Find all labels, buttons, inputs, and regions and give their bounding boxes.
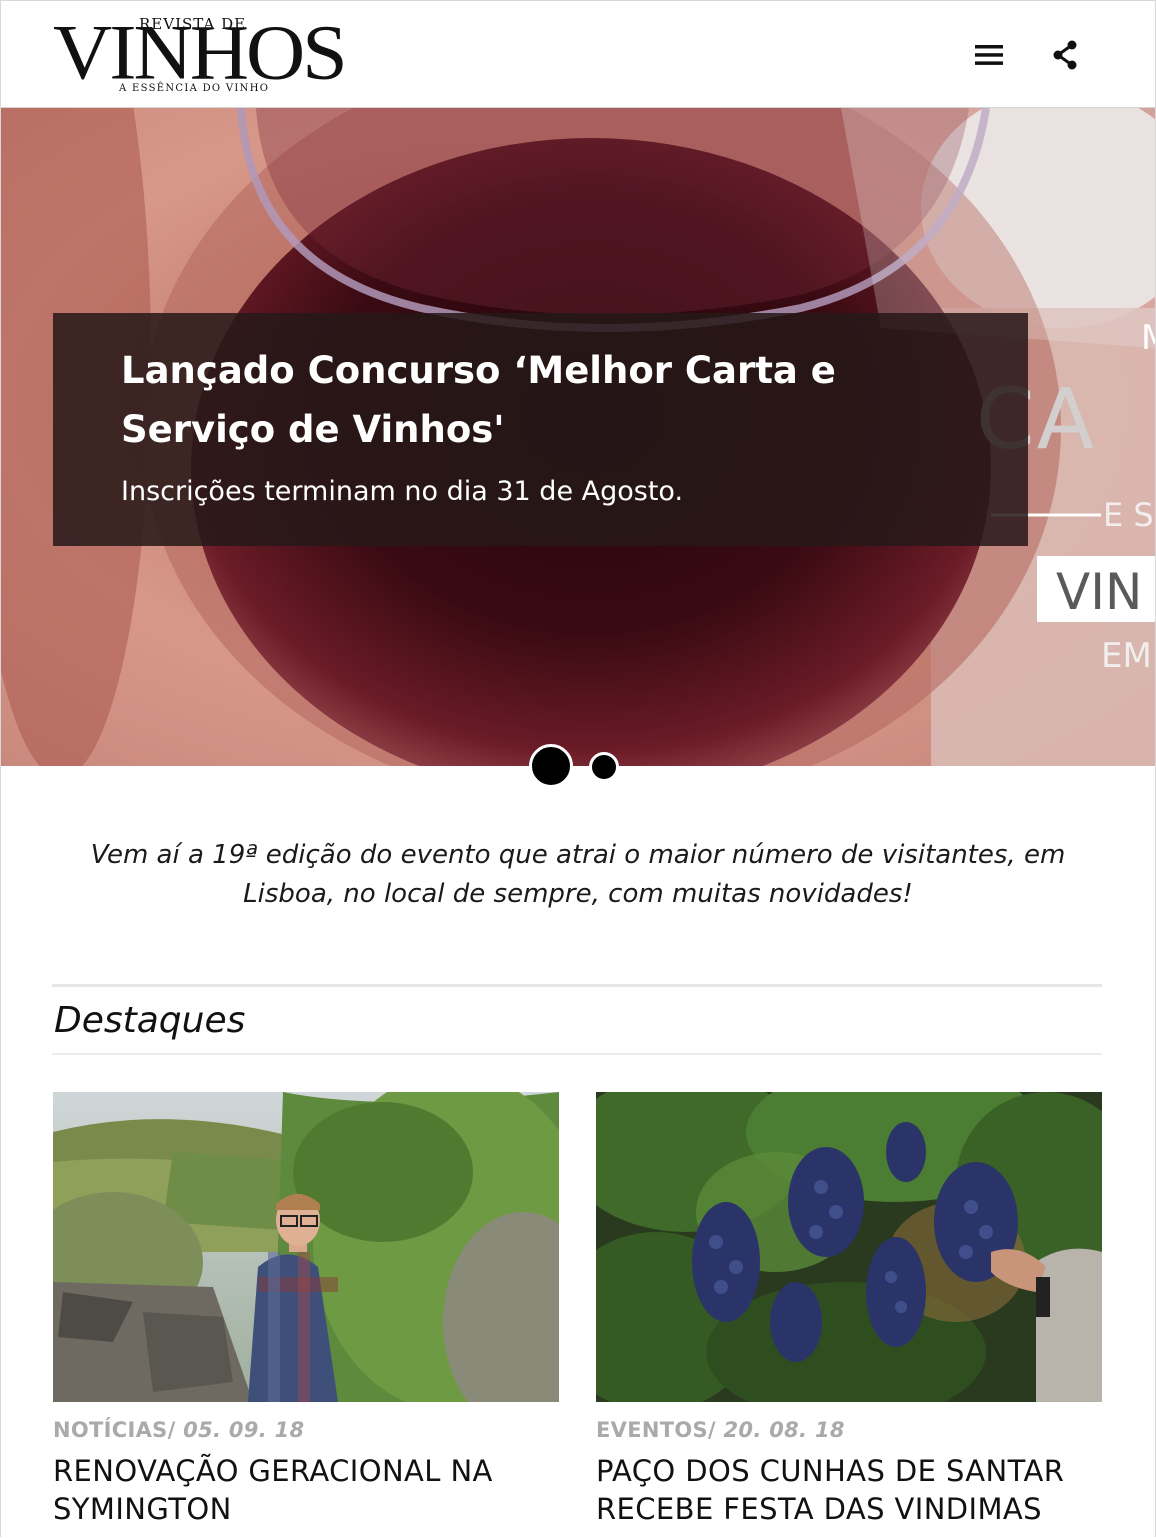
- article-meta: NOTÍCIAS/ 05. 09. 18: [53, 1418, 559, 1442]
- hamburger-menu-icon: [975, 45, 1003, 65]
- site-logo[interactable]: REVISTA DE VINHOS A ESSÊNCIA DO VINHO: [53, 13, 348, 97]
- article-meta: EVENTOS/ 20. 08. 18: [596, 1418, 1102, 1442]
- hero-subtitle: Inscrições terminam no dia 31 de Agosto.: [121, 476, 684, 507]
- article-date: 05. 09. 18: [183, 1418, 305, 1442]
- slider-pagination: [0, 744, 1156, 788]
- poster-letter: M: [1141, 318, 1155, 358]
- logo-tagline: A ESSÊNCIA DO VINHO: [119, 83, 270, 94]
- slider-dot-active[interactable]: [529, 744, 573, 788]
- article-image-grapes[interactable]: [596, 1092, 1102, 1402]
- site-header: REVISTA DE VINHOS A ESSÊNCIA DO VINHO: [1, 1, 1155, 108]
- grapes-photo: [596, 1092, 1102, 1402]
- menu-button[interactable]: [969, 35, 1009, 75]
- poster-word-fragment: E S: [1103, 496, 1154, 534]
- article-category[interactable]: NOTÍCIAS/: [53, 1418, 176, 1442]
- section-divider: [52, 1053, 1102, 1055]
- article-card[interactable]: NOTÍCIAS/ 05. 09. 18 RENOVAÇÃO GERACIONA…: [53, 1092, 559, 1528]
- poster-word-fragment: EM: [1101, 636, 1152, 676]
- hero-caption-box[interactable]: Lançado Concurso ‘Melhor Carta e Serviço…: [53, 313, 1028, 546]
- share-button[interactable]: [1046, 35, 1086, 75]
- intro-text: Vem aí a 19ª edição do evento que atrai …: [90, 840, 1066, 909]
- logo-main-text: VINHOS: [53, 8, 348, 96]
- article-title[interactable]: RENOVAÇÃO GERACIONAL NA SYMINGTON: [53, 1452, 559, 1528]
- vineyard-photo: [53, 1092, 559, 1402]
- hero-title[interactable]: Lançado Concurso ‘Melhor Carta e Serviço…: [121, 341, 881, 459]
- article-title[interactable]: PAÇO DOS CUNHAS DE SANTAR RECEBE FESTA D…: [596, 1452, 1102, 1528]
- section-title: Destaques: [54, 1000, 246, 1041]
- share-icon: [1053, 40, 1077, 70]
- article-date: 20. 08. 18: [723, 1418, 845, 1442]
- poster-word-fragment: VIN: [1056, 563, 1143, 621]
- section-divider: [52, 984, 1102, 987]
- article-category[interactable]: EVENTOS/: [596, 1418, 716, 1442]
- article-card[interactable]: EVENTOS/ 20. 08. 18 PAÇO DOS CUNHAS DE S…: [596, 1092, 1102, 1528]
- hero-slider[interactable]: M CA E S VIN EM Lançado Concurso ‘Melhor…: [1, 108, 1155, 766]
- slider-dot[interactable]: [589, 752, 619, 782]
- article-image-vineyard-man[interactable]: [53, 1092, 559, 1402]
